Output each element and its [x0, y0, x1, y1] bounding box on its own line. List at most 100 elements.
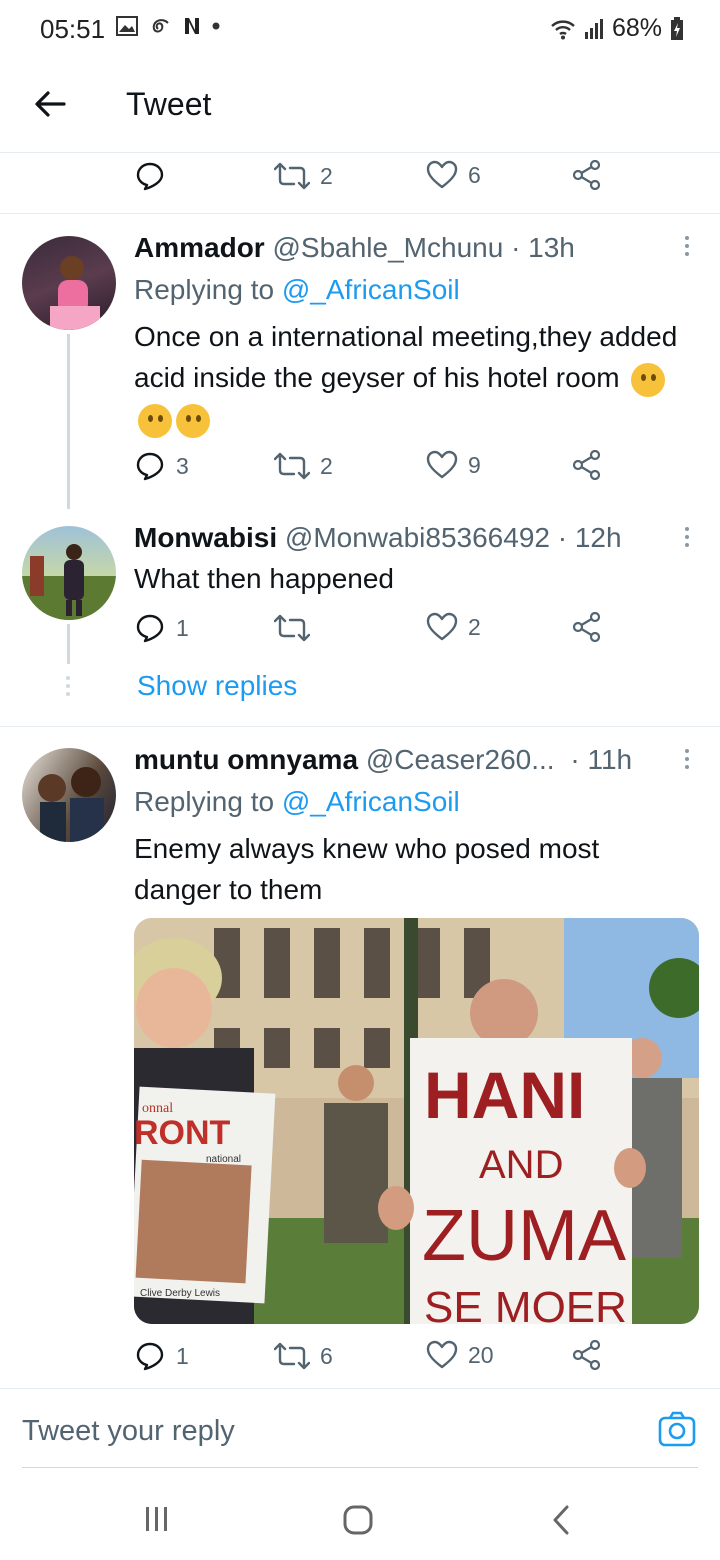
page-title: Tweet	[126, 86, 212, 122]
heart-icon	[426, 612, 458, 641]
poster-small-text-2: national	[206, 1154, 241, 1165]
status-bar: 05:51 68%	[0, 0, 720, 60]
reply-icon	[136, 452, 164, 481]
retweet-button[interactable]	[274, 612, 320, 644]
avatar[interactable]	[22, 526, 116, 620]
share-button[interactable]	[572, 1340, 602, 1370]
system-nav-bar	[0, 1470, 720, 1560]
retweet-button[interactable]: 2	[274, 450, 333, 482]
back-arrow-icon[interactable]	[30, 84, 70, 124]
camera-icon[interactable]	[658, 1411, 696, 1447]
retweet-count: 2	[320, 162, 333, 189]
tweet-time: · 12h	[557, 522, 622, 553]
reply-button[interactable]	[134, 160, 166, 192]
reply-button[interactable]: 3	[134, 450, 189, 482]
display-name[interactable]: Ammador	[134, 232, 265, 263]
retweet-icon	[274, 1342, 310, 1370]
divider	[0, 213, 720, 214]
protest-photo: onnal RONT national Clive Derby Lewis HA…	[134, 918, 699, 1324]
poster-caption: Clive Derby Lewis	[140, 1288, 220, 1299]
signal-icon	[584, 18, 603, 39]
share-icon	[572, 1340, 601, 1370]
reply-icon	[136, 162, 164, 191]
tweet-time: · 13h	[511, 232, 575, 263]
heart-icon	[426, 450, 458, 479]
reply-count: 1	[176, 614, 189, 641]
tweet-actions: 3 2 9	[134, 450, 614, 490]
like-button[interactable]: 6	[426, 160, 481, 190]
more-options-icon[interactable]	[682, 527, 692, 553]
sign-line-1: HANI	[424, 1058, 585, 1132]
share-button[interactable]	[572, 450, 602, 480]
replying-label: Replying to	[134, 274, 275, 305]
home-icon[interactable]	[342, 1504, 374, 1536]
app-notification-icon	[152, 19, 169, 33]
retweet-count: 2	[320, 452, 333, 479]
replying-to-handle[interactable]: @_AfricanSoil	[282, 274, 460, 305]
battery-percent: 68%	[611, 14, 662, 42]
app-bar: Tweet	[0, 60, 720, 153]
heart-icon	[426, 1340, 458, 1369]
avatar-photo	[38, 767, 104, 842]
like-button[interactable]: 20	[426, 1340, 494, 1370]
share-icon	[572, 612, 601, 642]
replying-to-handle[interactable]: @_AfricanSoil	[282, 786, 460, 817]
like-button[interactable]: 2	[426, 612, 481, 642]
system-icons: 68%	[550, 14, 684, 43]
recent-apps-icon[interactable]	[144, 1506, 170, 1532]
dot-icon	[212, 22, 220, 30]
like-button[interactable]: 9	[426, 450, 481, 480]
thinking-face-emoji	[138, 403, 172, 438]
back-nav-icon[interactable]	[550, 1504, 572, 1536]
share-icon	[572, 450, 601, 480]
tweet-time: · 11h	[570, 744, 633, 775]
avatar[interactable]	[22, 236, 116, 330]
gallery-icon	[116, 16, 138, 36]
display-name[interactable]: Monwabisi	[134, 522, 277, 553]
reply-count: 1	[176, 1342, 189, 1369]
tweet-header: Ammador @Sbahle_Mchunu · 13h	[134, 232, 575, 264]
retweet-icon	[274, 162, 310, 190]
share-button[interactable]	[572, 160, 602, 190]
reply-composer: Tweet your reply	[0, 1388, 720, 1469]
battery-icon	[671, 16, 683, 40]
heart-icon	[426, 160, 458, 189]
sign-line-2: AND	[479, 1143, 563, 1187]
tweet-actions: 1 2	[134, 612, 614, 652]
retweet-icon	[274, 452, 310, 480]
retweet-icon	[274, 614, 310, 642]
tweet-header: Monwabisi @Monwabi85366492 · 12h	[134, 522, 622, 554]
reply-button[interactable]: 1	[134, 1340, 189, 1372]
user-handle[interactable]: @Monwabi85366492	[285, 522, 550, 553]
display-name[interactable]: muntu omnyama	[134, 744, 358, 775]
user-handle[interactable]: @Sbahle_Mchunu	[272, 232, 503, 263]
avatar[interactable]	[22, 748, 116, 842]
netflix-icon	[185, 18, 199, 34]
reply-input[interactable]: Tweet your reply	[22, 1415, 235, 1448]
retweet-button[interactable]: 6	[274, 1340, 333, 1372]
replying-to: Replying to @_AfricanSoil	[134, 274, 460, 306]
more-options-icon[interactable]	[682, 749, 692, 775]
user-handle[interactable]: @Ceaser260...	[366, 744, 555, 775]
more-options-icon[interactable]	[682, 236, 692, 262]
show-replies-link[interactable]: Show replies	[137, 670, 297, 702]
wifi-icon	[551, 19, 575, 39]
thread-dots	[66, 676, 70, 700]
tweet-media-image[interactable]: onnal RONT national Clive Derby Lewis HA…	[134, 918, 699, 1324]
sign-line-4: SE MOER	[424, 1283, 627, 1324]
status-time: 05:51	[40, 14, 106, 44]
notification-icons	[116, 16, 220, 36]
like-count: 20	[468, 1341, 494, 1368]
poster-title: RONT	[134, 1114, 231, 1152]
reply-icon	[136, 1342, 164, 1371]
retweet-button[interactable]: 2	[274, 160, 333, 192]
reply-count: 3	[176, 452, 189, 479]
tweet-text: Enemy always knew who posed most danger …	[134, 833, 600, 905]
reply-icon	[136, 614, 164, 643]
share-button[interactable]	[572, 612, 602, 642]
avatar-photo	[50, 256, 100, 330]
thread-line	[67, 624, 70, 664]
replying-to: Replying to @_AfricanSoil	[134, 786, 460, 818]
reply-button[interactable]: 1	[134, 612, 189, 644]
tweet-text: Once on a international meeting,they add…	[134, 316, 694, 439]
